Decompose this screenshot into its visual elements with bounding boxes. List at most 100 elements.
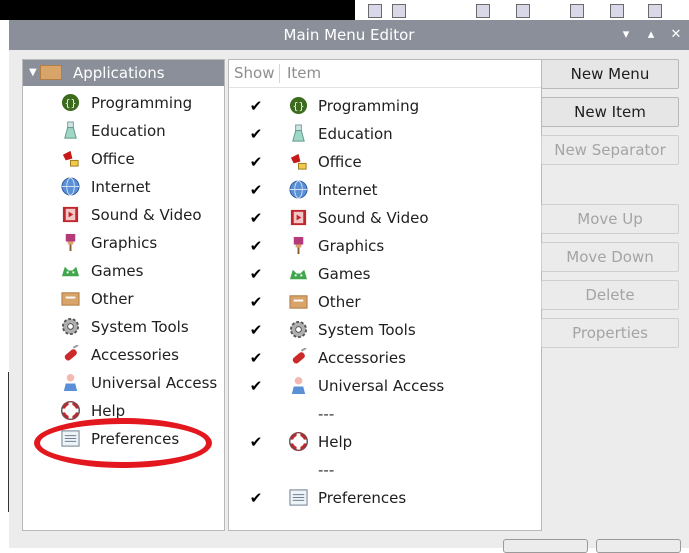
list-row-system-tools[interactable]: ✔ System Tools (229, 316, 541, 344)
bottom-button-partial[interactable] (503, 539, 588, 553)
menu-tree: ▼ Applications {} Programming Education … (22, 59, 225, 531)
tree-item-accessories[interactable]: Accessories (61, 341, 221, 369)
properties-button[interactable]: Properties (541, 318, 679, 348)
new-menu-button[interactable]: New Menu (541, 59, 679, 89)
sound-video-icon (62, 206, 79, 223)
show-checkbox[interactable]: ✔ (248, 204, 264, 232)
column-header-show[interactable]: Show (234, 60, 274, 87)
list-row-internet[interactable]: ✔ Internet (229, 176, 541, 204)
tree-item-applications[interactable]: ▼ Applications (23, 60, 224, 86)
show-checkbox[interactable]: ✔ (248, 148, 264, 176)
system-tools-icon (289, 320, 308, 339)
list-item-label: System Tools (318, 321, 416, 339)
new-separator-button[interactable]: New Separator (541, 135, 679, 165)
education-icon (292, 124, 305, 142)
show-checkbox[interactable]: ✔ (248, 232, 264, 260)
move-up-button[interactable]: Move Up (541, 204, 679, 234)
tree-item-system-tools[interactable]: System Tools (61, 313, 221, 341)
close-button[interactable]: ✕ (665, 20, 687, 50)
list-row-programming[interactable]: ✔ {} Programming (229, 92, 541, 120)
column-header-item[interactable]: Item (287, 60, 321, 87)
tree-item-label: Preferences (91, 430, 180, 448)
show-checkbox[interactable]: ✔ (248, 176, 264, 204)
show-checkbox[interactable]: ✔ (248, 316, 264, 344)
separator-label: --- (318, 405, 335, 423)
tree-item-label: Accessories (91, 346, 179, 364)
programming-icon: {} (61, 93, 80, 112)
list-item-label: Sound & Video (318, 209, 429, 227)
applications-folder-icon (40, 65, 62, 80)
show-checkbox[interactable]: ✔ (248, 120, 264, 148)
new-item-button[interactable]: New Item (541, 97, 679, 127)
show-checkbox[interactable]: ✔ (248, 372, 264, 400)
tree-item-label: Games (91, 262, 144, 280)
games-icon (61, 266, 80, 277)
maximize-button[interactable]: ▴ (640, 20, 662, 50)
list-row-education[interactable]: ✔ Education (229, 120, 541, 148)
list-row-sound-video[interactable]: ✔ Sound & Video (229, 204, 541, 232)
list-row-separator[interactable]: --- (229, 456, 541, 484)
internet-icon (61, 177, 80, 196)
tree-item-label: System Tools (91, 318, 189, 336)
show-checkbox[interactable]: ✔ (248, 260, 264, 288)
svg-text:{}: {} (292, 101, 304, 112)
expander-down-icon[interactable]: ▼ (29, 60, 37, 86)
list-row-other[interactable]: ✔ Other (229, 288, 541, 316)
list-item-label: Office (318, 153, 362, 171)
tree-item-games[interactable]: Games (61, 257, 221, 285)
accessories-icon (292, 348, 307, 364)
tree-item-help[interactable]: Help (61, 397, 221, 425)
bottom-button-partial[interactable] (596, 539, 681, 553)
list-item-label: Accessories (318, 349, 406, 367)
show-checkbox[interactable]: ✔ (248, 288, 264, 316)
tree-item-other[interactable]: Other (61, 285, 221, 313)
tree-item-universal-access[interactable]: Universal Access (61, 369, 221, 397)
list-row-preferences[interactable]: ✔ Preferences (229, 484, 541, 512)
list-row-universal-access[interactable]: ✔ Universal Access (229, 372, 541, 400)
tree-item-preferences[interactable]: Preferences (61, 425, 221, 453)
background-toolbar-icon (368, 4, 382, 18)
show-checkbox[interactable]: ✔ (248, 484, 264, 512)
tree-item-office[interactable]: Office (61, 145, 221, 173)
sound-video-icon (290, 209, 307, 226)
background-panel-edge (0, 372, 9, 512)
list-header: Show Item (229, 60, 541, 88)
tree-item-programming[interactable]: {} Programming (61, 89, 221, 117)
list-item-label: Internet (318, 181, 378, 199)
tree-item-sound-video[interactable]: Sound & Video (61, 201, 221, 229)
title-bar[interactable]: Main Menu Editor ▾ ▴ ✕ (9, 20, 689, 50)
list-row-separator[interactable]: --- (229, 400, 541, 428)
list-row-graphics[interactable]: ✔ Graphics (229, 232, 541, 260)
show-checkbox[interactable]: ✔ (248, 428, 264, 456)
tree-item-label: Help (91, 402, 126, 420)
help-icon (61, 401, 80, 420)
list-row-accessories[interactable]: ✔ Accessories (229, 344, 541, 372)
tree-item-label: Applications (73, 64, 165, 82)
universal-access-icon (63, 373, 78, 392)
tree-item-label: Sound & Video (91, 206, 202, 224)
show-checkbox[interactable]: ✔ (248, 344, 264, 372)
tree-item-education[interactable]: Education (61, 117, 221, 145)
list-item-label: Education (318, 125, 393, 143)
background-toolbar-icon (476, 4, 490, 18)
programming-icon: {} (289, 96, 308, 115)
background-toolbar-icon (610, 4, 624, 18)
tree-item-label: Universal Access (91, 374, 218, 392)
background-dark-bar (0, 0, 355, 20)
move-down-button[interactable]: Move Down (541, 242, 679, 272)
tree-item-label: Other (91, 290, 134, 308)
tree-item-graphics[interactable]: Graphics (61, 229, 221, 257)
minimize-button[interactable]: ▾ (615, 20, 637, 50)
show-checkbox[interactable]: ✔ (248, 92, 264, 120)
list-row-games[interactable]: ✔ Games (229, 260, 541, 288)
other-folder-icon (289, 295, 308, 309)
list-row-office[interactable]: ✔ Office (229, 148, 541, 176)
tree-item-internet[interactable]: Internet (61, 173, 221, 201)
delete-button[interactable]: Delete (541, 280, 679, 310)
tree-item-label: Graphics (91, 234, 158, 252)
preferences-icon (61, 430, 80, 447)
svg-text:{}: {} (64, 98, 76, 109)
list-row-help[interactable]: ✔ Help (229, 428, 541, 456)
office-icon (290, 153, 307, 170)
background-toolbar-icon (516, 4, 530, 18)
